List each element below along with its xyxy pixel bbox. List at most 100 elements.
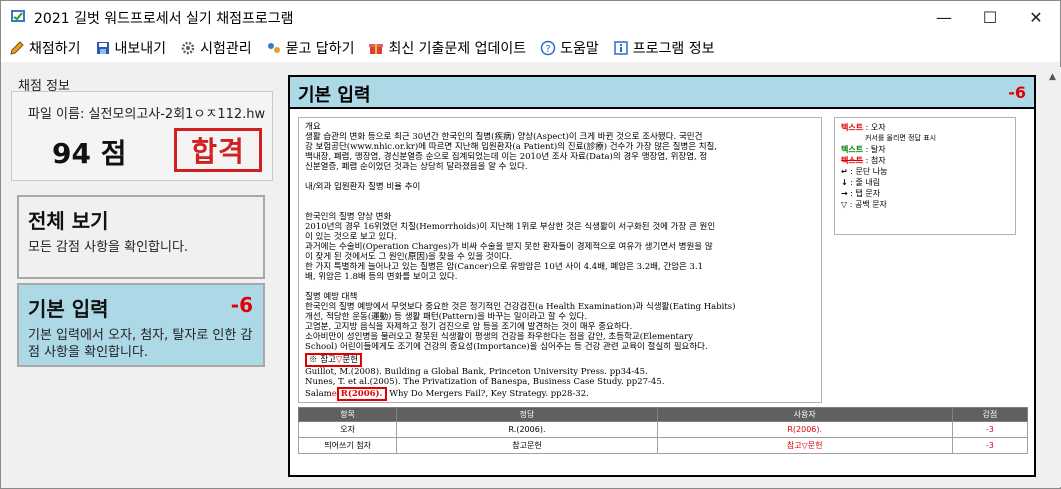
legend-typo: 텍스트 : 오자 xyxy=(841,123,886,132)
col-user: 사용자 xyxy=(656,407,953,422)
document-line: 한국인의 질병 양상 변화 xyxy=(305,212,392,222)
reference-line: Guillot, M.(2008). Building a Global Ban… xyxy=(305,367,648,377)
file-name: 파일 이름: 실전모의고사-2회1ㅇㅈ112.hwp xyxy=(28,107,266,122)
document-line: 한 가지 특별하게 늘어나고 있는 질병은 암(Cancer)으로 유방암은 1… xyxy=(305,262,704,272)
legend-space: ▽ : 공백 문자 xyxy=(841,200,887,209)
cell-answer: 참고문헌 xyxy=(396,437,658,454)
document-frame: 기본 입력 -6 개요 생활 습관의 변화 등으로 최근 30년간 한국인의 질병… xyxy=(288,75,1036,477)
document-penalty: -6 xyxy=(1008,83,1026,102)
legend-linebreak: ↓ : 줄 내림 xyxy=(841,178,881,187)
menu-qna-label: 묻고 답하기 xyxy=(285,41,355,57)
document-line: 과거에는 수술비(Operation Charges)가 비싸 수술을 받지 못… xyxy=(305,242,713,252)
col-deduct: 감점 xyxy=(951,407,1029,422)
table-header-row: 항목 정답 사용자 감점 xyxy=(297,407,1029,422)
menu-program-info[interactable]: 프로그램 정보 xyxy=(613,38,715,58)
reference-line: Nunes, T. et al.(2005). The Privatizatio… xyxy=(305,377,665,387)
document-line: 생활 습관의 변화 등으로 최근 30년간 한국인의 질병(疾病) 양상(Asp… xyxy=(305,132,703,142)
legend-extra: 텍스트 : 첨자 xyxy=(841,156,886,165)
document-line: School) 어린이들에게도 조기에 건강의 중요성(Importance)을… xyxy=(305,342,708,352)
cell-user: 참고▽문헌 xyxy=(656,437,953,454)
col-item: 항목 xyxy=(297,407,398,422)
view-all-desc: 모든 감점 사항을 확인합니다. xyxy=(28,240,189,255)
document-line: 배, 위암은 1.8배 등의 변화를 보이고 있다. xyxy=(305,272,458,282)
menu-export[interactable]: 내보내기 xyxy=(95,38,167,58)
gear-icon xyxy=(181,41,195,55)
document-line: 강 보험공단(www.nhic.or.kr)에 따르면 지난해 입원환자(a P… xyxy=(305,142,718,152)
document-line: 개선, 적당한 운동(運動) 등 생활 패턴(Pattern)을 바꾸는 일이라… xyxy=(305,312,588,322)
document-line: 질병 예방 대책 xyxy=(305,292,358,302)
legend-tab: → : 탭 문자 xyxy=(841,189,881,198)
document-title: 기본 입력 xyxy=(298,85,371,106)
menu-bar: 채점하기 내보내기 시험관리 묻고 답하기 최신 기출문제 업데이트 ? 도움말… xyxy=(1,34,1060,62)
basic-input-title: 기본 입력 xyxy=(28,297,109,321)
document-line: 백내장, 폐렴, 맹장염, 경신분열증 순으로 집계되었는데 이는 2010년 … xyxy=(305,152,708,162)
view-all-card[interactable]: 전체 보기 모든 감점 사항을 확인합니다. xyxy=(17,195,265,279)
cell-deduct: -3 xyxy=(951,421,1029,438)
vertical-scrollbar[interactable]: ▲ xyxy=(1044,67,1061,487)
left-panel: 채점 정보 파일 이름: 실전모의고사-2회1ㅇㅈ112.hwp 94 점 합격… xyxy=(9,69,273,481)
scroll-up-icon[interactable]: ▲ xyxy=(1044,69,1061,85)
reference-prefix: ※ 참고 xyxy=(309,355,336,365)
col-answer: 정답 xyxy=(396,407,658,422)
menu-qna[interactable]: 묻고 답하기 xyxy=(266,38,355,58)
pass-stamp: 합격 xyxy=(174,128,262,172)
maximize-button[interactable]: ☐ xyxy=(967,1,1013,34)
document-line: 한국인의 질병 예방에서 무엇보다 중요한 것은 정기적인 건강검진(a Hea… xyxy=(305,302,736,312)
reference-line-last: Salame R(2006). Why Do Mergers Fail?, Key… xyxy=(305,387,815,401)
menu-help[interactable]: ? 도움말 xyxy=(540,38,599,58)
table-row[interactable]: 오자 R.(2006). R(2006). -3 xyxy=(297,421,1029,438)
document-line: 이 있는 것으로 보고 있다. xyxy=(305,232,397,242)
cell-item: 오자 xyxy=(297,421,398,438)
score-panel: 채점 정보 파일 이름: 실전모의고사-2회1ㅇㅈ112.hwp 94 점 합격 xyxy=(9,69,273,183)
svg-text:?: ? xyxy=(546,44,551,55)
document-line: 내/외과 입원환자 질병 비율 추이 xyxy=(305,182,421,192)
basic-input-desc: 기본 입력에서 오자, 첨자, 탈자로 인한 감점 사항을 확인합니다. xyxy=(28,328,253,360)
last-pre: Salam xyxy=(305,389,332,399)
reference-error-box[interactable]: ※ 참고▽문헌 xyxy=(305,353,363,367)
score-value: 94 점 xyxy=(52,137,127,170)
save-icon xyxy=(96,42,109,54)
cell-user: R(2006). xyxy=(656,421,953,438)
legend-missing: 텍스트 : 탈자 xyxy=(841,145,886,154)
typo-error-box[interactable]: R(2006). xyxy=(336,387,387,401)
title-bar: 2021 길벗 워드프로세서 실기 채점프로그램 — ☐ ✕ xyxy=(1,1,1060,34)
document-header: 기본 입력 -6 xyxy=(290,77,1034,109)
help-icon: ? xyxy=(540,40,556,56)
document-line: 소아비만이 성인병을 불러오고 잘못된 식생활이 평생의 건강을 좌우한다는 점… xyxy=(305,332,693,342)
app-icon xyxy=(11,10,25,22)
cell-deduct: -3 xyxy=(951,437,1029,454)
chat-icon xyxy=(267,43,280,53)
document-body[interactable]: 개요 생활 습관의 변화 등으로 최근 30년간 한국인의 질병(疾病) 양상(A… xyxy=(298,117,822,403)
document-line: 개요 xyxy=(305,122,321,132)
view-all-title: 전체 보기 xyxy=(28,209,109,233)
pencil-icon xyxy=(10,41,24,55)
legend-paragraph: ↵ : 문단 나눔 xyxy=(841,167,888,176)
menu-export-label: 내보내기 xyxy=(114,41,167,57)
cell-item: 띄어쓰기 첨자 xyxy=(297,437,398,454)
menu-update[interactable]: 최신 기출문제 업데이트 xyxy=(368,38,526,58)
cell-answer: R.(2006). xyxy=(396,421,658,438)
right-panel: 기본 입력 -6 개요 생활 습관의 변화 등으로 최근 30년간 한국인의 질병… xyxy=(280,67,1042,487)
basic-input-card[interactable]: 기본 입력 -6 기본 입력에서 오자, 첨자, 탈자로 인한 감점 사항을 확… xyxy=(17,283,265,367)
legend-hover-hint: 커서를 올리면 정답 표시 xyxy=(865,134,937,142)
legend-box: 텍스트 : 오자 커서를 올리면 정답 표시 텍스트 : 탈자 텍스트 : 첨자… xyxy=(834,117,1016,235)
basic-input-penalty: -6 xyxy=(230,293,253,317)
menu-update-label: 최신 기출문제 업데이트 xyxy=(388,41,527,57)
menu-grade-label: 채점하기 xyxy=(29,41,81,57)
table-row[interactable]: 띄어쓰기 첨자 참고문헌 참고▽문헌 -3 xyxy=(297,437,1029,454)
document-line: 2010년의 경우 16위였던 치질(Hemorrhoids)이 지난해 1위로… xyxy=(305,222,716,232)
close-button[interactable]: ✕ xyxy=(1013,1,1059,34)
info-icon xyxy=(614,41,628,55)
minimize-button[interactable]: — xyxy=(921,1,967,34)
document-lines: 개요 생활 습관의 변화 등으로 최근 30년간 한국인의 질병(疾病) 양상(A… xyxy=(305,122,815,352)
document-line: 고염분, 고지방 음식을 자제하고 정기 검진으로 암 등을 조기에 발견하는 … xyxy=(305,322,633,332)
last-post: Why Do Mergers Fail?, Key Strategy. pp28… xyxy=(386,389,589,399)
reference-suffix: 문헌 xyxy=(342,355,359,365)
gift-icon xyxy=(369,44,384,54)
menu-exam-manage[interactable]: 시험관리 xyxy=(180,38,252,58)
menu-grade[interactable]: 채점하기 xyxy=(9,38,81,58)
reference-heading: ※ 참고▽문헌 xyxy=(305,353,815,367)
